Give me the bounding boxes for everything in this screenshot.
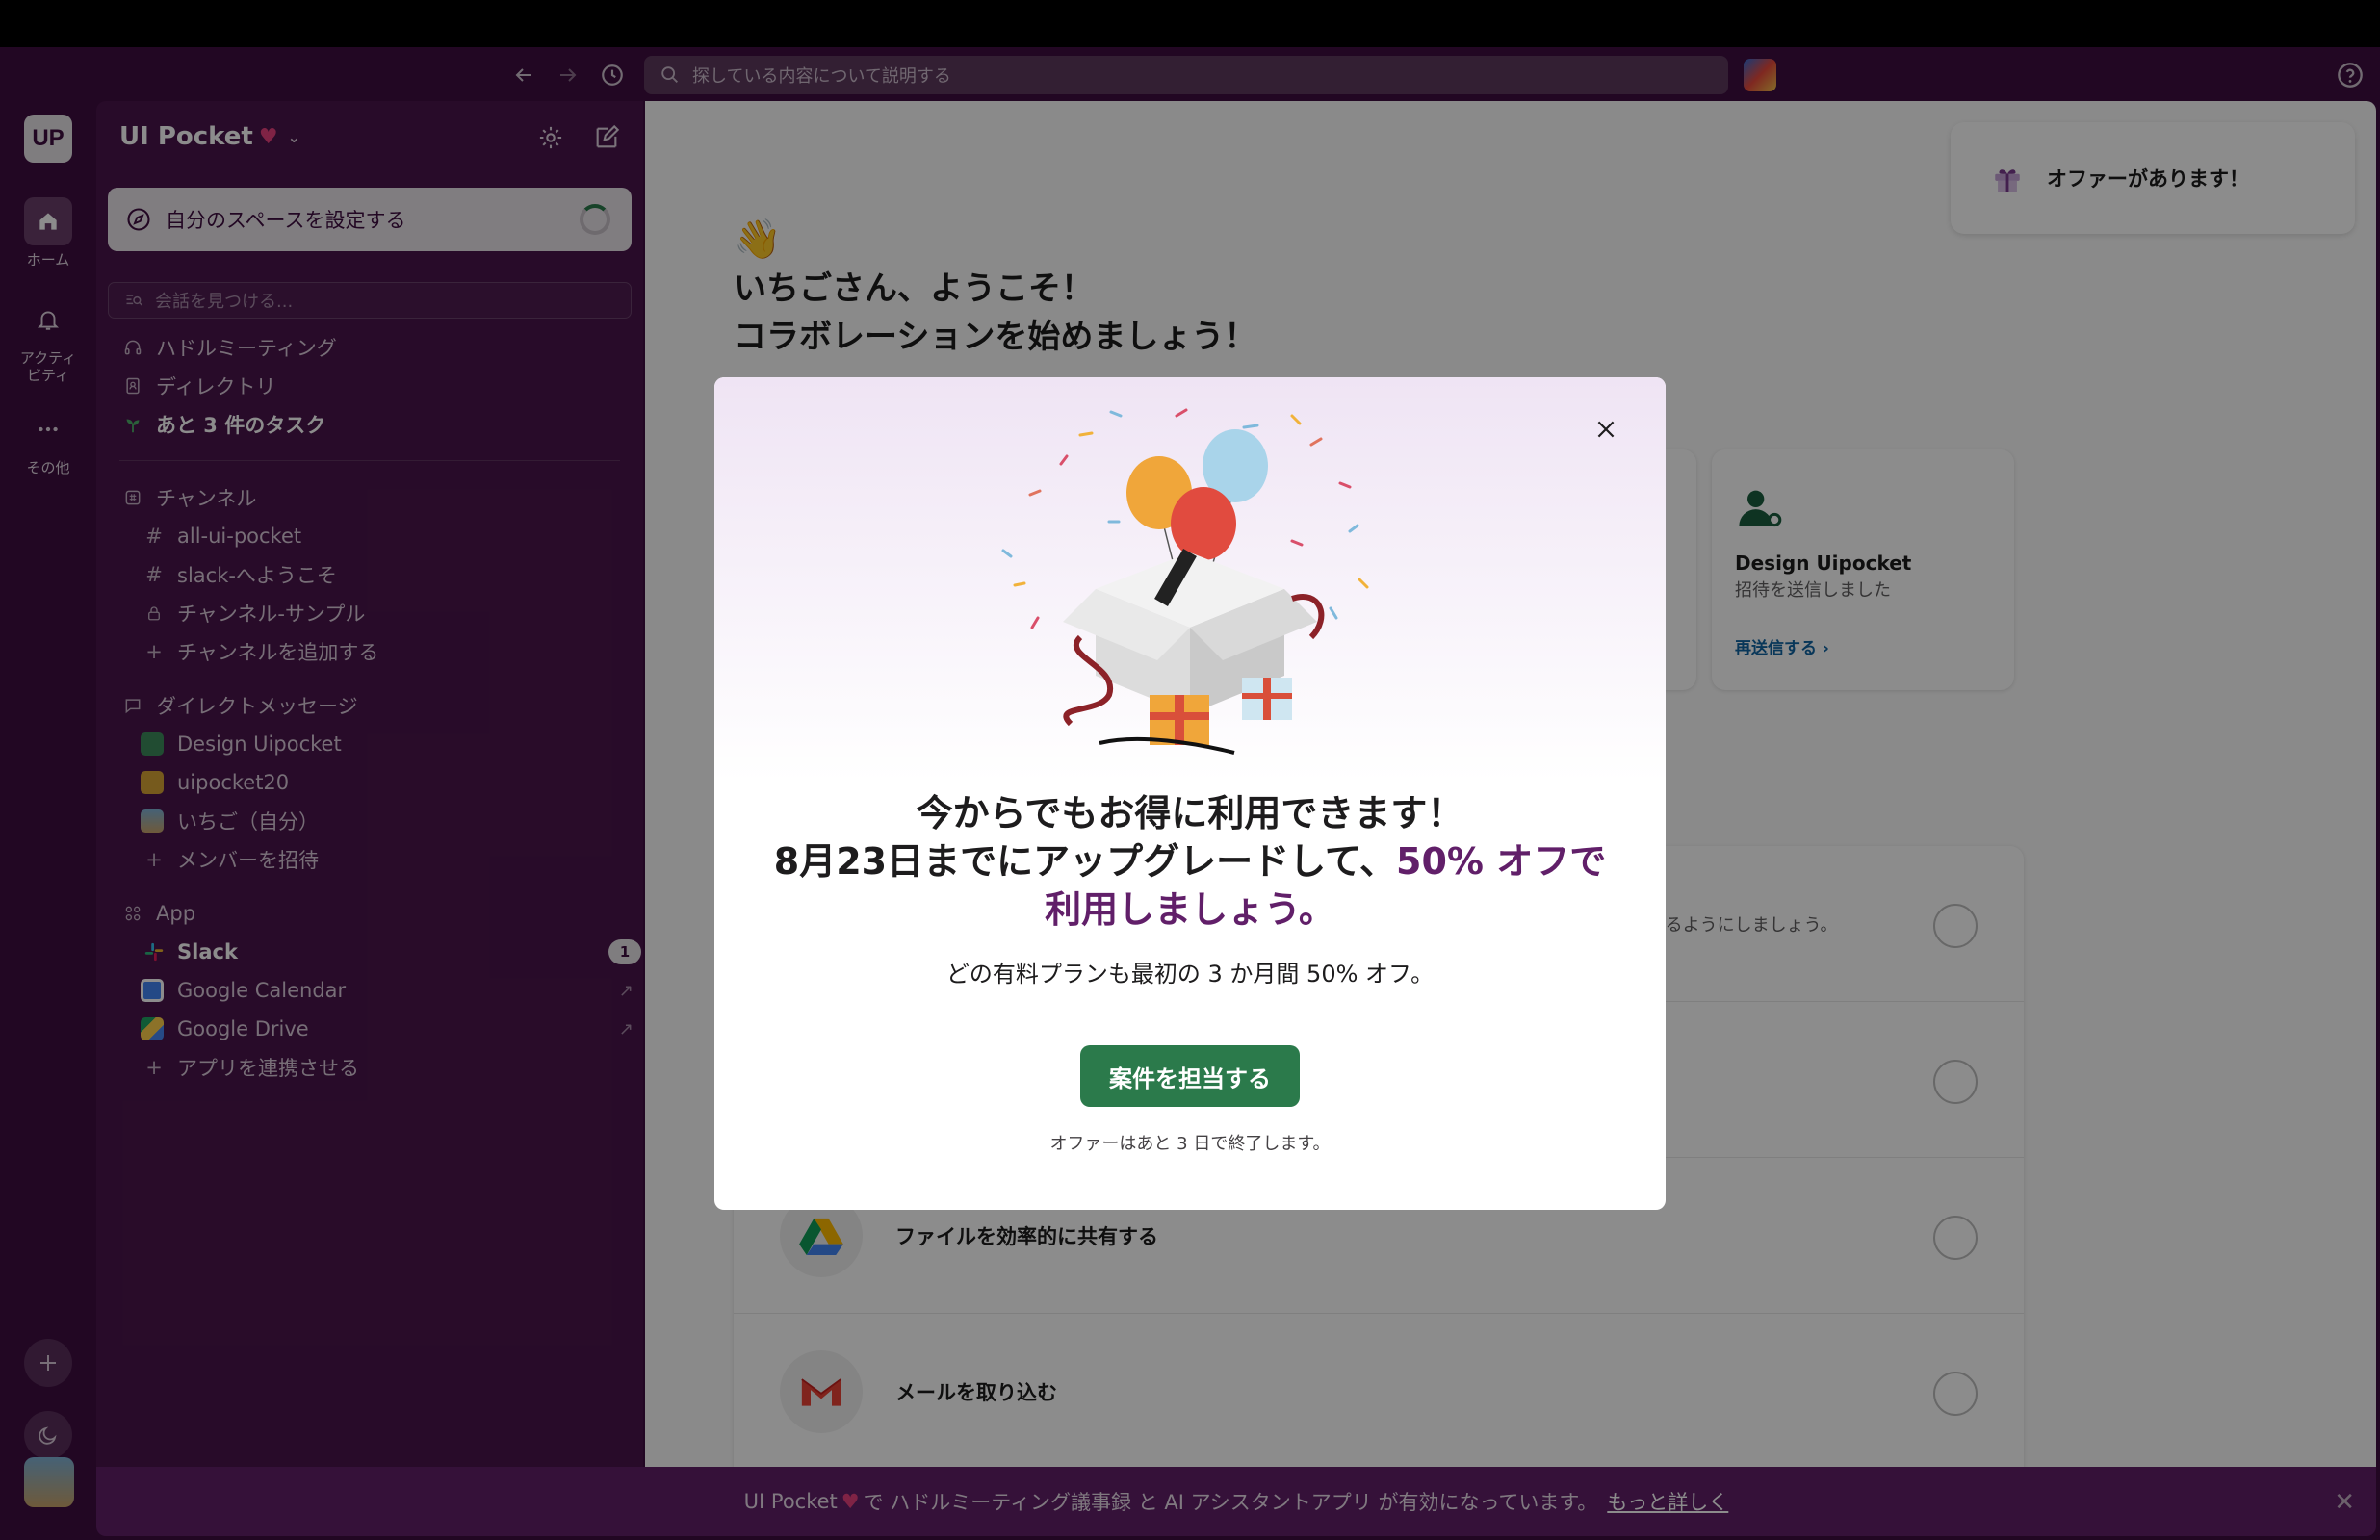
headline-line-3: 利用しましょう。	[1045, 888, 1335, 931]
upgrade-offer-modal: 今からでもお得に利用できます！ 8月23日までにアップグレードして、50% オフ…	[714, 377, 1666, 1210]
headline-line-1: 今からでもお得に利用できます！	[916, 792, 1464, 834]
headline-discount: 50% オフで	[1396, 840, 1607, 883]
gift-box-balloons-illustration	[1001, 408, 1369, 755]
close-modal-button[interactable]	[1587, 410, 1625, 449]
os-top-bar	[0, 0, 2380, 47]
close-icon	[1597, 421, 1615, 438]
offer-headline: 今からでもお得に利用できます！ 8月23日までにアップグレードして、50% オフ…	[714, 789, 1666, 934]
offer-expiry-note: オファーはあと 3 日で終了します。	[1049, 1134, 1331, 1154]
headline-line-2a: 8月23日までにアップグレードして、	[773, 840, 1397, 883]
headline-line-2: 8月23日までにアップグレードして、50% オフで	[714, 837, 1666, 886]
offer-description: どの有料プランも最初の 3 か月間 50% オフ。	[945, 961, 1435, 988]
celebration-illustration	[714, 377, 1666, 782]
accept-offer-button[interactable]: 案件を担当する	[1080, 1045, 1300, 1107]
